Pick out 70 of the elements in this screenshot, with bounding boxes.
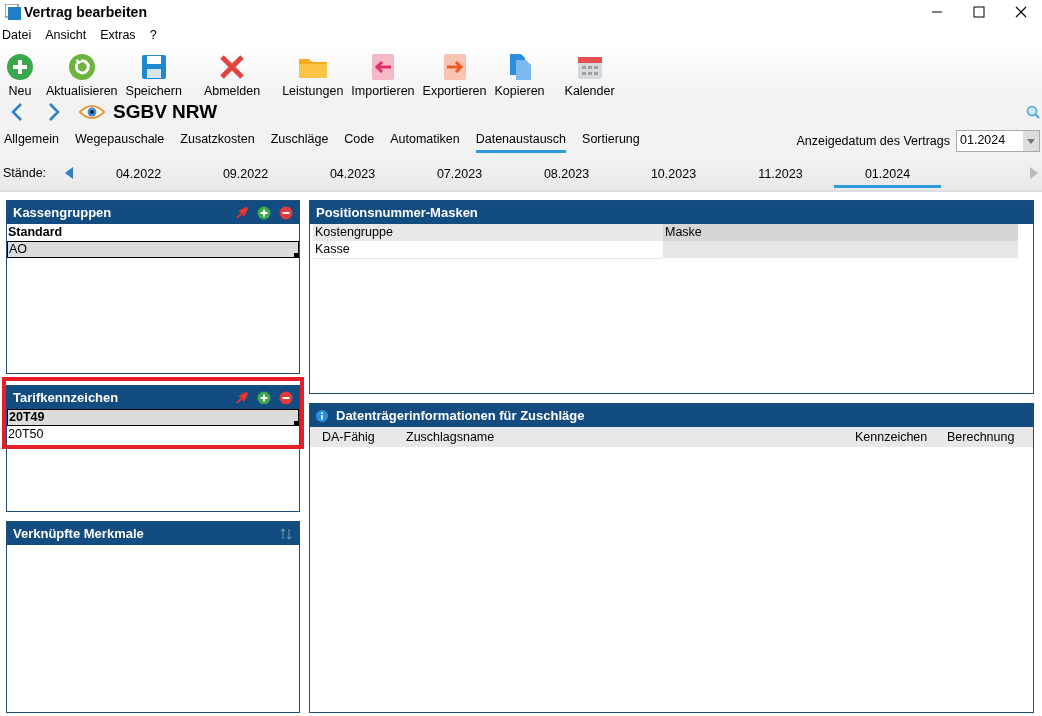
tab[interactable]: Sortierung bbox=[582, 129, 640, 153]
search-icon[interactable] bbox=[1026, 105, 1040, 119]
close-icon[interactable] bbox=[1015, 6, 1027, 18]
tab[interactable]: Code bbox=[344, 129, 375, 153]
panel-title: Positionsnummer-Masken bbox=[316, 205, 479, 220]
version-tab[interactable]: 10.2023 bbox=[620, 162, 727, 188]
record-title: SGBV NRW bbox=[113, 101, 218, 123]
column-header: Berechnung bbox=[946, 430, 1016, 444]
version-tab[interactable]: 08.2023 bbox=[513, 162, 620, 188]
tab[interactable]: Zusatzkosten bbox=[180, 129, 255, 153]
column-header: Maske bbox=[663, 224, 1018, 241]
panel-title: Tarifkennzeichen bbox=[13, 390, 120, 405]
left-arrow-icon[interactable] bbox=[65, 167, 73, 179]
toolbar-button[interactable]: Exportieren bbox=[418, 53, 491, 98]
toolbar-button[interactable]: Aktualisieren bbox=[42, 53, 122, 98]
panel-title: Kassengruppen bbox=[13, 205, 113, 220]
panel-title: Datenträgerinformationen für Zuschläge bbox=[336, 408, 586, 423]
remove-icon[interactable] bbox=[279, 205, 293, 220]
window-title: Vertrag bearbeiten bbox=[24, 4, 148, 20]
date-dropdown[interactable]: 01.2024 bbox=[956, 130, 1040, 152]
column-header: Zuschlagsname bbox=[405, 430, 496, 444]
version-tab[interactable]: 04.2023 bbox=[299, 162, 406, 188]
plus-icon bbox=[6, 53, 34, 81]
toolbar-button[interactable]: Importieren bbox=[347, 53, 419, 98]
toolbar-button[interactable]: Abmelden bbox=[199, 53, 265, 98]
toolbar-button[interactable]: Leistungen bbox=[278, 53, 348, 98]
panel-title: Verknüpfte Merkmale bbox=[13, 526, 145, 541]
version-tab[interactable]: 04.2022 bbox=[85, 162, 192, 188]
tab[interactable]: Wegepauschale bbox=[74, 129, 165, 153]
refresh-icon bbox=[67, 53, 96, 81]
save-icon bbox=[139, 53, 168, 81]
tab[interactable]: Allgemein bbox=[4, 129, 59, 153]
table-cell: Kasse bbox=[313, 241, 663, 259]
menu-item[interactable]: Extras bbox=[100, 28, 136, 42]
tab[interactable]: Zuschläge bbox=[270, 129, 329, 153]
maximize-icon[interactable] bbox=[973, 6, 985, 18]
back-icon[interactable] bbox=[10, 102, 24, 122]
pin-icon[interactable] bbox=[235, 390, 249, 405]
versions-label: Stände: bbox=[3, 166, 48, 180]
version-tab[interactable]: 07.2023 bbox=[406, 162, 513, 188]
menu-item[interactable]: ? bbox=[149, 28, 157, 42]
caret-icon bbox=[1027, 138, 1035, 144]
remove-icon[interactable] bbox=[279, 390, 293, 405]
menu-item[interactable]: Ansicht bbox=[45, 28, 87, 42]
date-label: Anzeigedatum des Vertrags bbox=[796, 134, 950, 148]
add-icon[interactable] bbox=[257, 205, 271, 220]
toolbar-button[interactable]: Kopieren bbox=[490, 53, 549, 98]
column-header: Kostengruppe bbox=[313, 224, 663, 241]
column-header: Kennzeichen bbox=[854, 430, 929, 444]
list-row[interactable]: 20T50 bbox=[7, 426, 299, 443]
list-row[interactable]: Standard bbox=[7, 224, 299, 241]
eye-icon bbox=[79, 104, 105, 120]
version-tab[interactable]: 09.2022 bbox=[192, 162, 299, 188]
column-header: DA-Fähig bbox=[321, 430, 376, 444]
forward-icon[interactable] bbox=[47, 102, 61, 122]
pin-icon[interactable] bbox=[235, 205, 249, 220]
version-tab[interactable]: 01.2024 bbox=[834, 162, 941, 188]
tab[interactable]: Datenaustausch bbox=[475, 129, 567, 153]
close-icon bbox=[218, 53, 246, 81]
tab[interactable]: Automatiken bbox=[390, 129, 460, 153]
toolbar-button[interactable]: Neu bbox=[2, 53, 38, 98]
list-row[interactable]: 20T49 bbox=[7, 409, 299, 426]
menu-item[interactable]: Datei bbox=[2, 28, 32, 42]
add-icon[interactable] bbox=[257, 390, 271, 405]
list-row[interactable]: AO bbox=[7, 241, 299, 258]
app-icon bbox=[5, 4, 21, 20]
toolbar-button[interactable]: Kalender bbox=[560, 53, 619, 98]
toolbar-button[interactable]: Speichern bbox=[121, 53, 186, 98]
info-icon bbox=[316, 409, 328, 422]
version-tab[interactable]: 11.2023 bbox=[727, 162, 834, 188]
